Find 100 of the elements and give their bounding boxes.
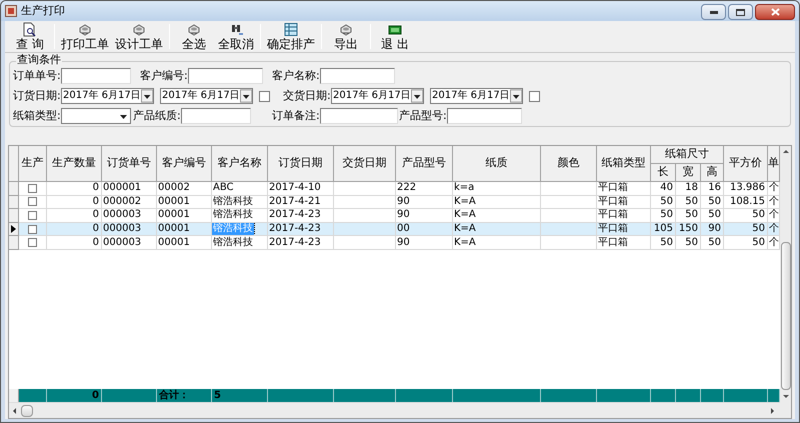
table-cell: k=a xyxy=(453,182,476,194)
table-cell: 50 xyxy=(751,223,766,236)
table-cell: 0 xyxy=(92,209,100,222)
row-header[interactable] xyxy=(9,222,19,236)
checkbox[interactable] xyxy=(28,238,37,248)
table-cell: K=A xyxy=(453,236,477,249)
scrollbar-thumb[interactable] xyxy=(780,242,790,390)
field-label: 纸箱类型: xyxy=(13,108,61,124)
date-picker[interactable]: 2017年 6月17日 xyxy=(61,88,154,104)
table-cell: 50 xyxy=(659,196,674,208)
table-cell: 个 xyxy=(768,182,779,194)
maximize-button[interactable] xyxy=(728,4,753,20)
input-field[interactable] xyxy=(188,68,263,84)
table-cell: 0 xyxy=(92,196,100,208)
row-pointer-icon xyxy=(11,225,16,234)
checkbox[interactable] xyxy=(529,90,540,102)
table-cell: 50 xyxy=(684,236,699,249)
table-row[interactable]: 0 000003 00001 镕浩科技 2017-4-23 90 K=A 平口箱 50 50 50 50 个 xyxy=(9,209,780,223)
table-cell: 50 xyxy=(659,209,674,222)
toolbar-button[interactable]: 确定排产 xyxy=(264,21,318,52)
table-cell: 镕浩科技 xyxy=(212,196,254,208)
input-field[interactable] xyxy=(447,108,522,124)
scrollbar-thumb[interactable] xyxy=(21,404,33,416)
table-cell: K=A xyxy=(453,223,477,236)
table-cell: 平口箱 xyxy=(597,196,629,208)
table-cell: 50 xyxy=(707,209,722,222)
summary-cell-text: 0 xyxy=(91,390,100,402)
table-row[interactable]: 0 000003 00001 镕浩科技 2017-4-23 90 K=A 平口箱 50 50 50 50 个 xyxy=(9,236,780,250)
table-cell: 0 xyxy=(92,223,100,236)
table-cell: 50 xyxy=(707,196,722,208)
horizontal-scrollbar[interactable] xyxy=(9,402,780,418)
table-cell: 000003 xyxy=(102,223,142,236)
minimize-icon xyxy=(710,10,718,14)
table-cell: 镕浩科技 xyxy=(212,223,254,236)
table-cell: K=A xyxy=(453,209,477,222)
close-button[interactable] xyxy=(755,4,795,20)
field-label: 客户名称: xyxy=(272,68,320,84)
table-cell: 000002 xyxy=(102,196,142,208)
table-cell: 平口箱 xyxy=(597,236,629,249)
column-header[interactable]: 纸箱尺寸 xyxy=(651,146,724,164)
table-cell: K=A xyxy=(453,196,477,208)
toolbar-button[interactable]: 退 出 xyxy=(374,21,416,52)
input-field[interactable] xyxy=(181,108,251,124)
date-picker[interactable]: 2017年 6月17日 xyxy=(331,88,424,104)
table-row[interactable]: 0 000003 00001 镕浩科技 2017-4-23 00 K=A 平口箱 105 150 90 50 个 xyxy=(9,222,780,236)
field-label: 客户编号: xyxy=(140,68,188,84)
table-cell: 50 xyxy=(684,209,699,222)
field-label: 交货日期: xyxy=(283,88,331,104)
table-cell: 90 xyxy=(707,223,722,236)
table-cell: 000003 xyxy=(102,209,142,222)
toolbar-button[interactable]: 打印工单 xyxy=(58,21,112,52)
toolbar-button[interactable]: 导出 xyxy=(325,21,367,52)
toolbar-button[interactable]: 全选 xyxy=(173,21,215,52)
table-cell: 2017-4-10 xyxy=(268,182,322,194)
table-cell: 90 xyxy=(396,236,411,249)
table-cell: 平口箱 xyxy=(597,209,629,222)
table-cell: 2017-4-23 xyxy=(268,223,322,236)
table-cell: 40 xyxy=(659,182,674,194)
toolbar-button[interactable]: 全取消 xyxy=(215,21,257,52)
date-picker[interactable]: 2017年 6月17日 xyxy=(160,88,253,104)
minimize-button[interactable] xyxy=(701,4,726,20)
field-label: 订单单号: xyxy=(13,68,61,84)
field-label: 产品型号: xyxy=(399,108,447,124)
date-picker[interactable]: 2017年 6月17日 xyxy=(430,88,523,104)
table-row[interactable]: 0 000001 00002 ABC 2017-4-10 222 k=a 平口箱 40 18 16 13.986 个 xyxy=(9,182,780,196)
table-cell: 00001 xyxy=(157,236,191,249)
toolbar-button[interactable]: 设计工单 xyxy=(112,21,166,52)
table-cell: 150 xyxy=(678,223,699,236)
input-field[interactable] xyxy=(320,108,398,124)
toolbar-button[interactable]: 查 询 xyxy=(9,21,51,52)
table-cell: 00001 xyxy=(157,223,191,236)
vertical-scrollbar[interactable] xyxy=(780,146,791,418)
table-cell: 2017-4-23 xyxy=(268,209,322,222)
table-cell: ABC xyxy=(212,182,235,194)
checkbox[interactable] xyxy=(259,90,270,102)
table-row[interactable]: 0 000002 00001 镕浩科技 2017-4-21 90 K=A 平口箱 50 50 50 108.15 个 xyxy=(9,196,780,210)
table-cell: 个 xyxy=(768,209,779,222)
table-cell: 个 xyxy=(768,223,779,236)
table-cell: 00002 xyxy=(157,182,191,194)
table-cell: 个 xyxy=(768,196,779,208)
table-cell: 镕浩科技 xyxy=(212,236,254,249)
maximize-icon xyxy=(736,8,745,16)
table-cell: 平口箱 xyxy=(597,182,629,194)
checkbox[interactable] xyxy=(28,197,37,206)
table-cell: 个 xyxy=(768,236,779,249)
table-cell: 13.986 xyxy=(729,182,766,194)
summary-cell-text: 5 xyxy=(213,390,222,402)
checkbox[interactable] xyxy=(28,184,37,193)
checkbox[interactable] xyxy=(28,224,37,234)
field-label: 产品纸质: xyxy=(133,108,181,124)
dropdown-field[interactable] xyxy=(61,108,131,124)
table-cell: 50 xyxy=(659,236,674,249)
input-field[interactable] xyxy=(61,68,131,84)
checkbox[interactable] xyxy=(28,210,37,220)
app-icon xyxy=(5,5,17,17)
table-cell: 00001 xyxy=(157,196,191,208)
table-cell: 105 xyxy=(652,223,674,236)
field-label: 订货日期: xyxy=(13,88,61,104)
input-field[interactable] xyxy=(320,68,395,84)
table-cell: 00 xyxy=(396,223,411,236)
